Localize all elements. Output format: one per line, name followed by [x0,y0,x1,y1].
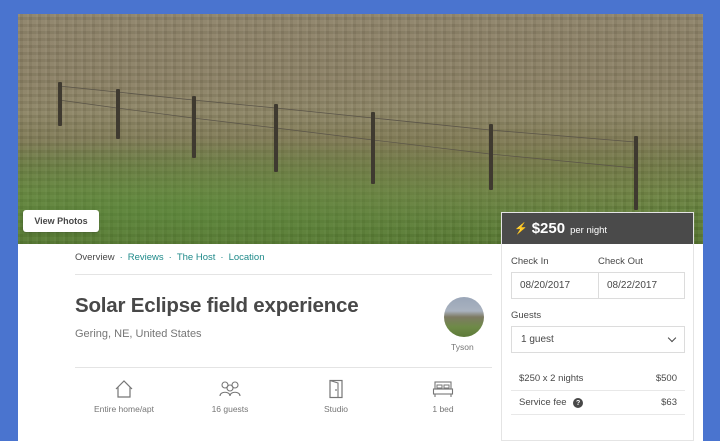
guests-value: 1 guest [521,334,554,345]
service-fee: Service fee ? [519,396,584,409]
fence-post [634,136,638,210]
tab-location[interactable]: Location [229,252,265,263]
service-fee-label: Service fee [519,396,567,408]
tab-overview[interactable]: Overview [75,252,115,263]
amenity-bed: 1 bed [393,379,493,414]
fence-post [116,89,120,139]
check-in-label: Check In [511,256,549,267]
nights-row: $250 x 2 nights $500 [511,367,685,391]
help-icon[interactable]: ? [573,398,584,409]
service-fee-amount: $63 [661,397,677,408]
listing-page: View Photos Overview · Reviews · The Hos… [18,14,703,441]
amenity-label: Entire home/apt [93,404,154,414]
tab-separator: · [220,252,224,263]
view-photos-button[interactable]: View Photos [23,210,99,232]
amenity-label: 16 guests [211,404,249,414]
guests-label: Guests [511,310,542,321]
service-fee-row: Service fee ? $63 [511,391,685,415]
summary-divider [75,367,492,368]
amenity-label: Studio [323,404,349,414]
booking-panel: ⚡ $250 per night Check In Check Out 08/2… [501,212,694,441]
fence-wire [58,85,636,169]
chevron-down-icon [667,333,677,343]
fence-post [371,112,375,184]
check-out-label: Check Out [598,256,643,267]
bed-icon [432,381,454,397]
price-bar: ⚡ $250 per night [502,213,693,244]
host-avatar[interactable] [444,297,484,337]
check-in-input[interactable]: 08/20/2017 [511,272,599,299]
guests-select[interactable]: 1 guest [511,326,685,353]
lightning-bolt-icon: ⚡ [514,223,528,235]
door-icon [329,379,343,399]
listing-title: Solar Eclipse field experience [75,294,359,317]
listing-location: Gering, NE, United States [75,328,202,340]
per-night-label: per night [570,224,608,236]
tab-reviews[interactable]: Reviews [128,252,164,263]
amenity-guests: 16 guests [180,379,280,414]
check-out-input[interactable]: 08/22/2017 [598,272,685,299]
tab-separator: · [168,252,172,263]
fence-post [192,96,196,158]
fence-post [489,124,493,190]
amenity-studio: Studio [286,379,386,414]
fence-post [274,104,278,172]
host-name[interactable]: Tyson [451,342,474,352]
nightly-price: $250 [531,220,566,237]
listing-nav: Overview · Reviews · The Host · Location [75,252,264,263]
nights-amount: $500 [655,373,677,384]
tab-the-host[interactable]: The Host [177,252,216,263]
nights-line: $250 x 2 nights [519,373,584,384]
amenity-label: 1 bed [432,404,454,414]
home-icon [115,380,133,398]
amenity-home: Entire home/apt [74,379,174,414]
tab-separator: · [119,252,123,263]
fence-post [58,82,62,126]
guests-icon [219,381,241,397]
hero-photo[interactable]: View Photos [18,14,703,244]
nav-divider [75,274,492,275]
